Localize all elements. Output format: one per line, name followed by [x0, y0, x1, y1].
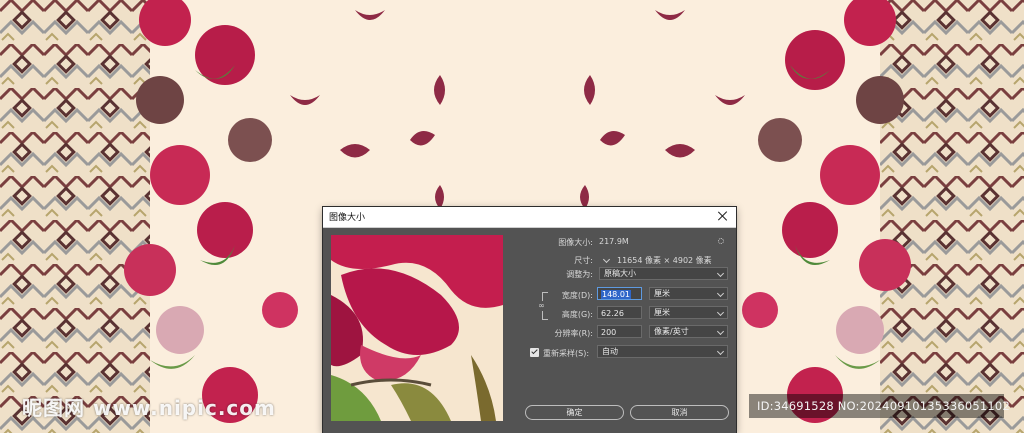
dimensions-label: 尺寸:	[574, 256, 593, 265]
fit-to-select[interactable]: 原稿大小	[599, 267, 728, 280]
image-preview[interactable]	[331, 235, 503, 421]
image-size-value: 217.9M	[599, 237, 629, 246]
chevron-down-icon	[716, 327, 725, 336]
width-value: 148.01	[601, 290, 631, 299]
width-unit: 厘米	[654, 289, 670, 298]
resample-checkbox[interactable]	[530, 348, 539, 357]
height-value: 62.26	[601, 309, 624, 318]
dimensions-value: 11654 像素 × 4902 像素	[617, 256, 712, 265]
resolution-unit-select[interactable]: 像素/英寸	[649, 325, 728, 338]
close-icon[interactable]	[716, 209, 730, 223]
chevron-down-icon	[716, 308, 725, 317]
resample-value: 自动	[602, 347, 618, 356]
width-unit-select[interactable]: 厘米	[649, 287, 728, 300]
chevron-down-icon	[716, 347, 725, 356]
id-watermark-text: ID:34691528 NO:20240910135336051102	[757, 399, 1010, 413]
height-input[interactable]: 62.26	[597, 306, 642, 319]
ok-button-label: 确定	[566, 408, 583, 417]
cancel-button-label: 取消	[671, 408, 688, 417]
ok-button[interactable]: 确定	[525, 405, 624, 420]
resolution-input[interactable]: 200	[597, 325, 642, 338]
height-unit-select[interactable]: 厘米	[649, 306, 728, 319]
gear-icon[interactable]	[716, 236, 726, 246]
resample-label: 重新采样(S):	[543, 349, 590, 358]
dialog-titlebar[interactable]: 图像大小	[323, 207, 736, 228]
resolution-label: 分辨率(R):	[554, 329, 594, 338]
chevron-down-icon	[716, 269, 725, 278]
dialog-title: 图像大小	[329, 213, 366, 223]
width-input[interactable]: 148.01	[597, 287, 642, 300]
height-unit: 厘米	[654, 308, 670, 317]
image-size-dialog: 图像大小 图像大小: 217.9M 尺寸: 11654 像素 × 4902 像素…	[323, 207, 736, 433]
width-label: 宽度(D):	[561, 291, 593, 300]
chevron-down-icon	[602, 255, 611, 264]
resample-method-select[interactable]: 自动	[597, 345, 728, 358]
resolution-unit: 像素/英寸	[654, 327, 689, 336]
fit-to-label: 调整为:	[566, 270, 593, 279]
resolution-value: 200	[601, 328, 617, 337]
fit-to-value: 原稿大小	[604, 269, 636, 278]
cancel-button[interactable]: 取消	[630, 405, 729, 420]
image-size-label: 图像大小:	[558, 238, 593, 247]
chevron-down-icon	[716, 289, 725, 298]
preview-flower-image	[331, 235, 503, 421]
site-watermark-logo: 昵图网 www.nipic.com	[22, 396, 276, 420]
height-label: 高度(G):	[561, 310, 593, 319]
dimensions-dropdown[interactable]	[600, 254, 611, 265]
